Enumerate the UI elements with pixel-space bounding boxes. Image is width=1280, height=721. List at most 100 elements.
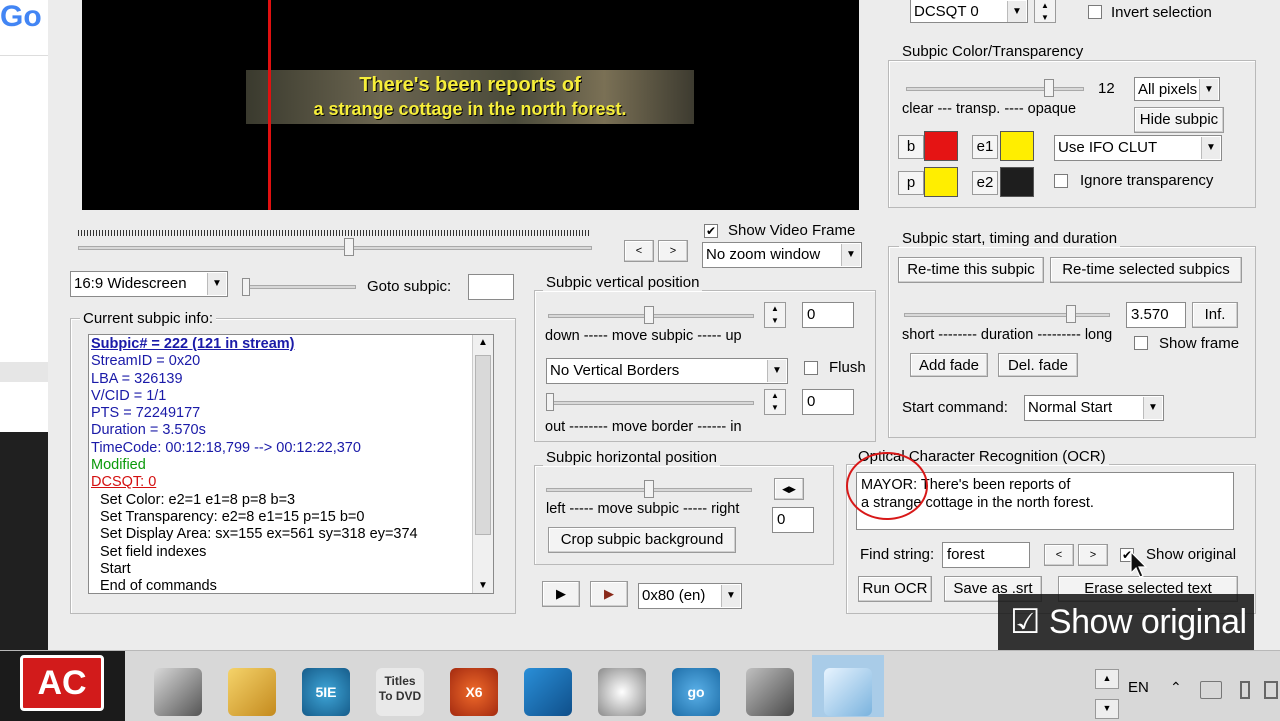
mouse-cursor-icon — [1130, 551, 1148, 578]
start-command-value: Normal Start — [1028, 399, 1113, 416]
horizontal-move-scale-label: left ----- move subpic ----- right — [546, 501, 740, 517]
horizontal-position-title: Subpic horizontal position — [543, 449, 720, 466]
goto-slider-thumb[interactable] — [242, 278, 250, 296]
background-browser-strip: Go — [0, 0, 48, 720]
clut-select[interactable]: Use IFO CLUT ▼ — [1054, 135, 1222, 161]
swatch-p[interactable] — [924, 167, 958, 197]
dcsqt-spinner[interactable]: ▲ ▼ — [1034, 0, 1056, 23]
scroll-thumb[interactable] — [475, 355, 491, 535]
transparency-slider-thumb[interactable] — [1044, 79, 1054, 97]
prev-subpic-button[interactable]: < — [624, 240, 654, 262]
taskbar-scroll-down-icon[interactable]: ▼ — [1095, 699, 1119, 719]
subpic-info-line: PTS = 72249177 — [91, 405, 201, 422]
swatch-e1[interactable] — [1000, 131, 1034, 161]
scroll-up-icon[interactable]: ▲ — [473, 337, 493, 348]
chevron-down-icon: ▼ — [721, 585, 740, 607]
aspect-ratio-select[interactable]: 16:9 Widescreen ▼ — [70, 271, 228, 297]
next-subpic-button[interactable]: > — [658, 240, 688, 262]
stream-select[interactable]: 0x80 (en) ▼ — [638, 583, 742, 609]
transparency-value: 12 — [1098, 80, 1115, 97]
retime-selected-subpics-button[interactable]: Re-time selected subpics — [1050, 257, 1242, 283]
chevron-down-icon: ▼ — [841, 244, 860, 266]
chevron-down-icon: ▼ — [1201, 137, 1220, 159]
transparency-slider-track — [906, 87, 1084, 91]
subpic-info-line: TimeCode: 00:12:18,799 --> 00:12:22,370 — [91, 439, 361, 456]
goto-subpic-label: Goto subpic: — [367, 278, 452, 295]
taskbar-app-goo-icon[interactable]: go — [672, 668, 720, 716]
timeline-ruler[interactable] — [78, 230, 590, 236]
taskbar-app-dvd-tool-icon[interactable] — [524, 668, 572, 716]
show-frame-label: Show frame — [1159, 335, 1240, 352]
subpic-editor-window: There's been reports of a strange cottag… — [48, 0, 1280, 650]
vertical-move-slider-thumb[interactable] — [644, 306, 654, 324]
tray-battery-icon[interactable] — [1240, 681, 1250, 699]
hide-subpic-button[interactable]: Hide subpic — [1134, 107, 1224, 133]
pixels-select[interactable]: All pixels ▼ — [1134, 77, 1220, 101]
taskbar-scroll-up-icon[interactable]: ▲ — [1095, 669, 1119, 689]
chevron-down-icon: ▼ — [1143, 397, 1162, 419]
taskbar-app-film-editor-icon[interactable] — [154, 668, 202, 716]
horizontal-move-input[interactable]: 0 — [772, 507, 814, 533]
language-indicator[interactable]: EN — [1128, 679, 1149, 696]
find-next-button[interactable]: > — [1078, 544, 1108, 566]
vertical-borders-select[interactable]: No Vertical Borders ▼ — [546, 358, 788, 384]
video-preview[interactable]: There's been reports of a strange cottag… — [82, 0, 859, 210]
taskbar-app-x6-icon[interactable]: X6 — [450, 668, 498, 716]
browser-scroll-strip — [0, 362, 48, 382]
show-video-frame-checkbox[interactable]: ✔ — [704, 224, 718, 238]
taskbar-app-media-converter-icon[interactable] — [228, 668, 276, 716]
show-frame-checkbox[interactable] — [1134, 336, 1148, 350]
stream-value: 0x80 (en) — [642, 587, 706, 604]
invert-selection-checkbox[interactable] — [1088, 5, 1102, 19]
info-scrollbar[interactable]: ▲ ▼ — [472, 335, 493, 593]
start-command-select[interactable]: Normal Start ▼ — [1024, 395, 1164, 421]
taskbar-app-titles-to-dvd-icon[interactable]: Titles To DVD — [376, 668, 424, 716]
chevron-down-icon: ▼ — [767, 360, 786, 382]
subtitle-line-2: a strange cottage in the north forest. — [313, 99, 627, 119]
subpic-info-line: Modified — [91, 457, 146, 474]
find-prev-button[interactable]: < — [1044, 544, 1074, 566]
taskbar-app-5ie-icon[interactable]: 5IE — [302, 668, 350, 716]
del-fade-button[interactable]: Del. fade — [998, 353, 1078, 377]
flush-label: Flush — [829, 359, 866, 376]
scroll-down-icon[interactable]: ▼ — [473, 580, 493, 591]
border-spinner[interactable]: ▲ ▼ — [764, 389, 786, 415]
tray-volume-icon[interactable] — [1264, 681, 1278, 699]
play-subpic-button[interactable]: ▶ — [590, 581, 628, 607]
browser-logo: Go — [0, 0, 42, 33]
add-fade-button[interactable]: Add fade — [910, 353, 988, 377]
find-string-input[interactable]: forest — [942, 542, 1030, 568]
taskbar-app-notepad-icon[interactable] — [824, 668, 872, 716]
subpic-info-line: Set Color: e2=1 e1=8 p=8 b=3 — [100, 491, 296, 508]
horizontal-spin-buttons[interactable]: ◀▶ — [774, 478, 804, 500]
tray-network-icon[interactable] — [1200, 681, 1222, 699]
border-input[interactable]: 0 — [802, 389, 854, 415]
zoom-window-select[interactable]: No zoom window ▼ — [702, 242, 862, 268]
subpic-info-lines: Subpic# = 222 (121 in stream) StreamID = … — [91, 336, 471, 593]
ignore-transparency-label: Ignore transparency — [1080, 172, 1214, 189]
ignore-transparency-checkbox[interactable] — [1054, 174, 1068, 188]
timeline-slider-thumb[interactable] — [344, 238, 354, 256]
crop-subpic-background-button[interactable]: Crop subpic background — [548, 527, 736, 553]
dcsqt-select[interactable]: DCSQT 0 ▼ — [910, 0, 1028, 23]
duration-slider-thumb[interactable] — [1066, 305, 1076, 323]
duration-input[interactable]: 3.570 — [1126, 302, 1186, 328]
swatch-b[interactable] — [924, 131, 958, 161]
taskbar-app-video-camera-icon[interactable] — [746, 668, 794, 716]
taskbar-app-gimp-icon[interactable] — [598, 668, 646, 716]
vertical-borders-value: No Vertical Borders — [550, 362, 680, 379]
ocr-highlight-circle — [846, 452, 928, 520]
tray-expand-icon[interactable]: ⌃ — [1170, 679, 1182, 696]
vertical-move-input[interactable]: 0 — [802, 302, 854, 328]
flush-checkbox[interactable] — [804, 361, 818, 375]
run-ocr-button[interactable]: Run OCR — [858, 576, 932, 602]
vertical-move-spinner[interactable]: ▲ ▼ — [764, 302, 786, 328]
border-slider-thumb[interactable] — [546, 393, 554, 411]
goto-subpic-input[interactable] — [468, 274, 514, 300]
retime-this-subpic-button[interactable]: Re-time this subpic — [898, 257, 1044, 283]
subpic-info-listbox[interactable]: Subpic# = 222 (121 in stream) StreamID = … — [88, 334, 494, 594]
horizontal-move-slider-thumb[interactable] — [644, 480, 654, 498]
swatch-e2[interactable] — [1000, 167, 1034, 197]
infinite-duration-button[interactable]: Inf. — [1192, 302, 1238, 328]
play-button[interactable]: ▶ — [542, 581, 580, 607]
